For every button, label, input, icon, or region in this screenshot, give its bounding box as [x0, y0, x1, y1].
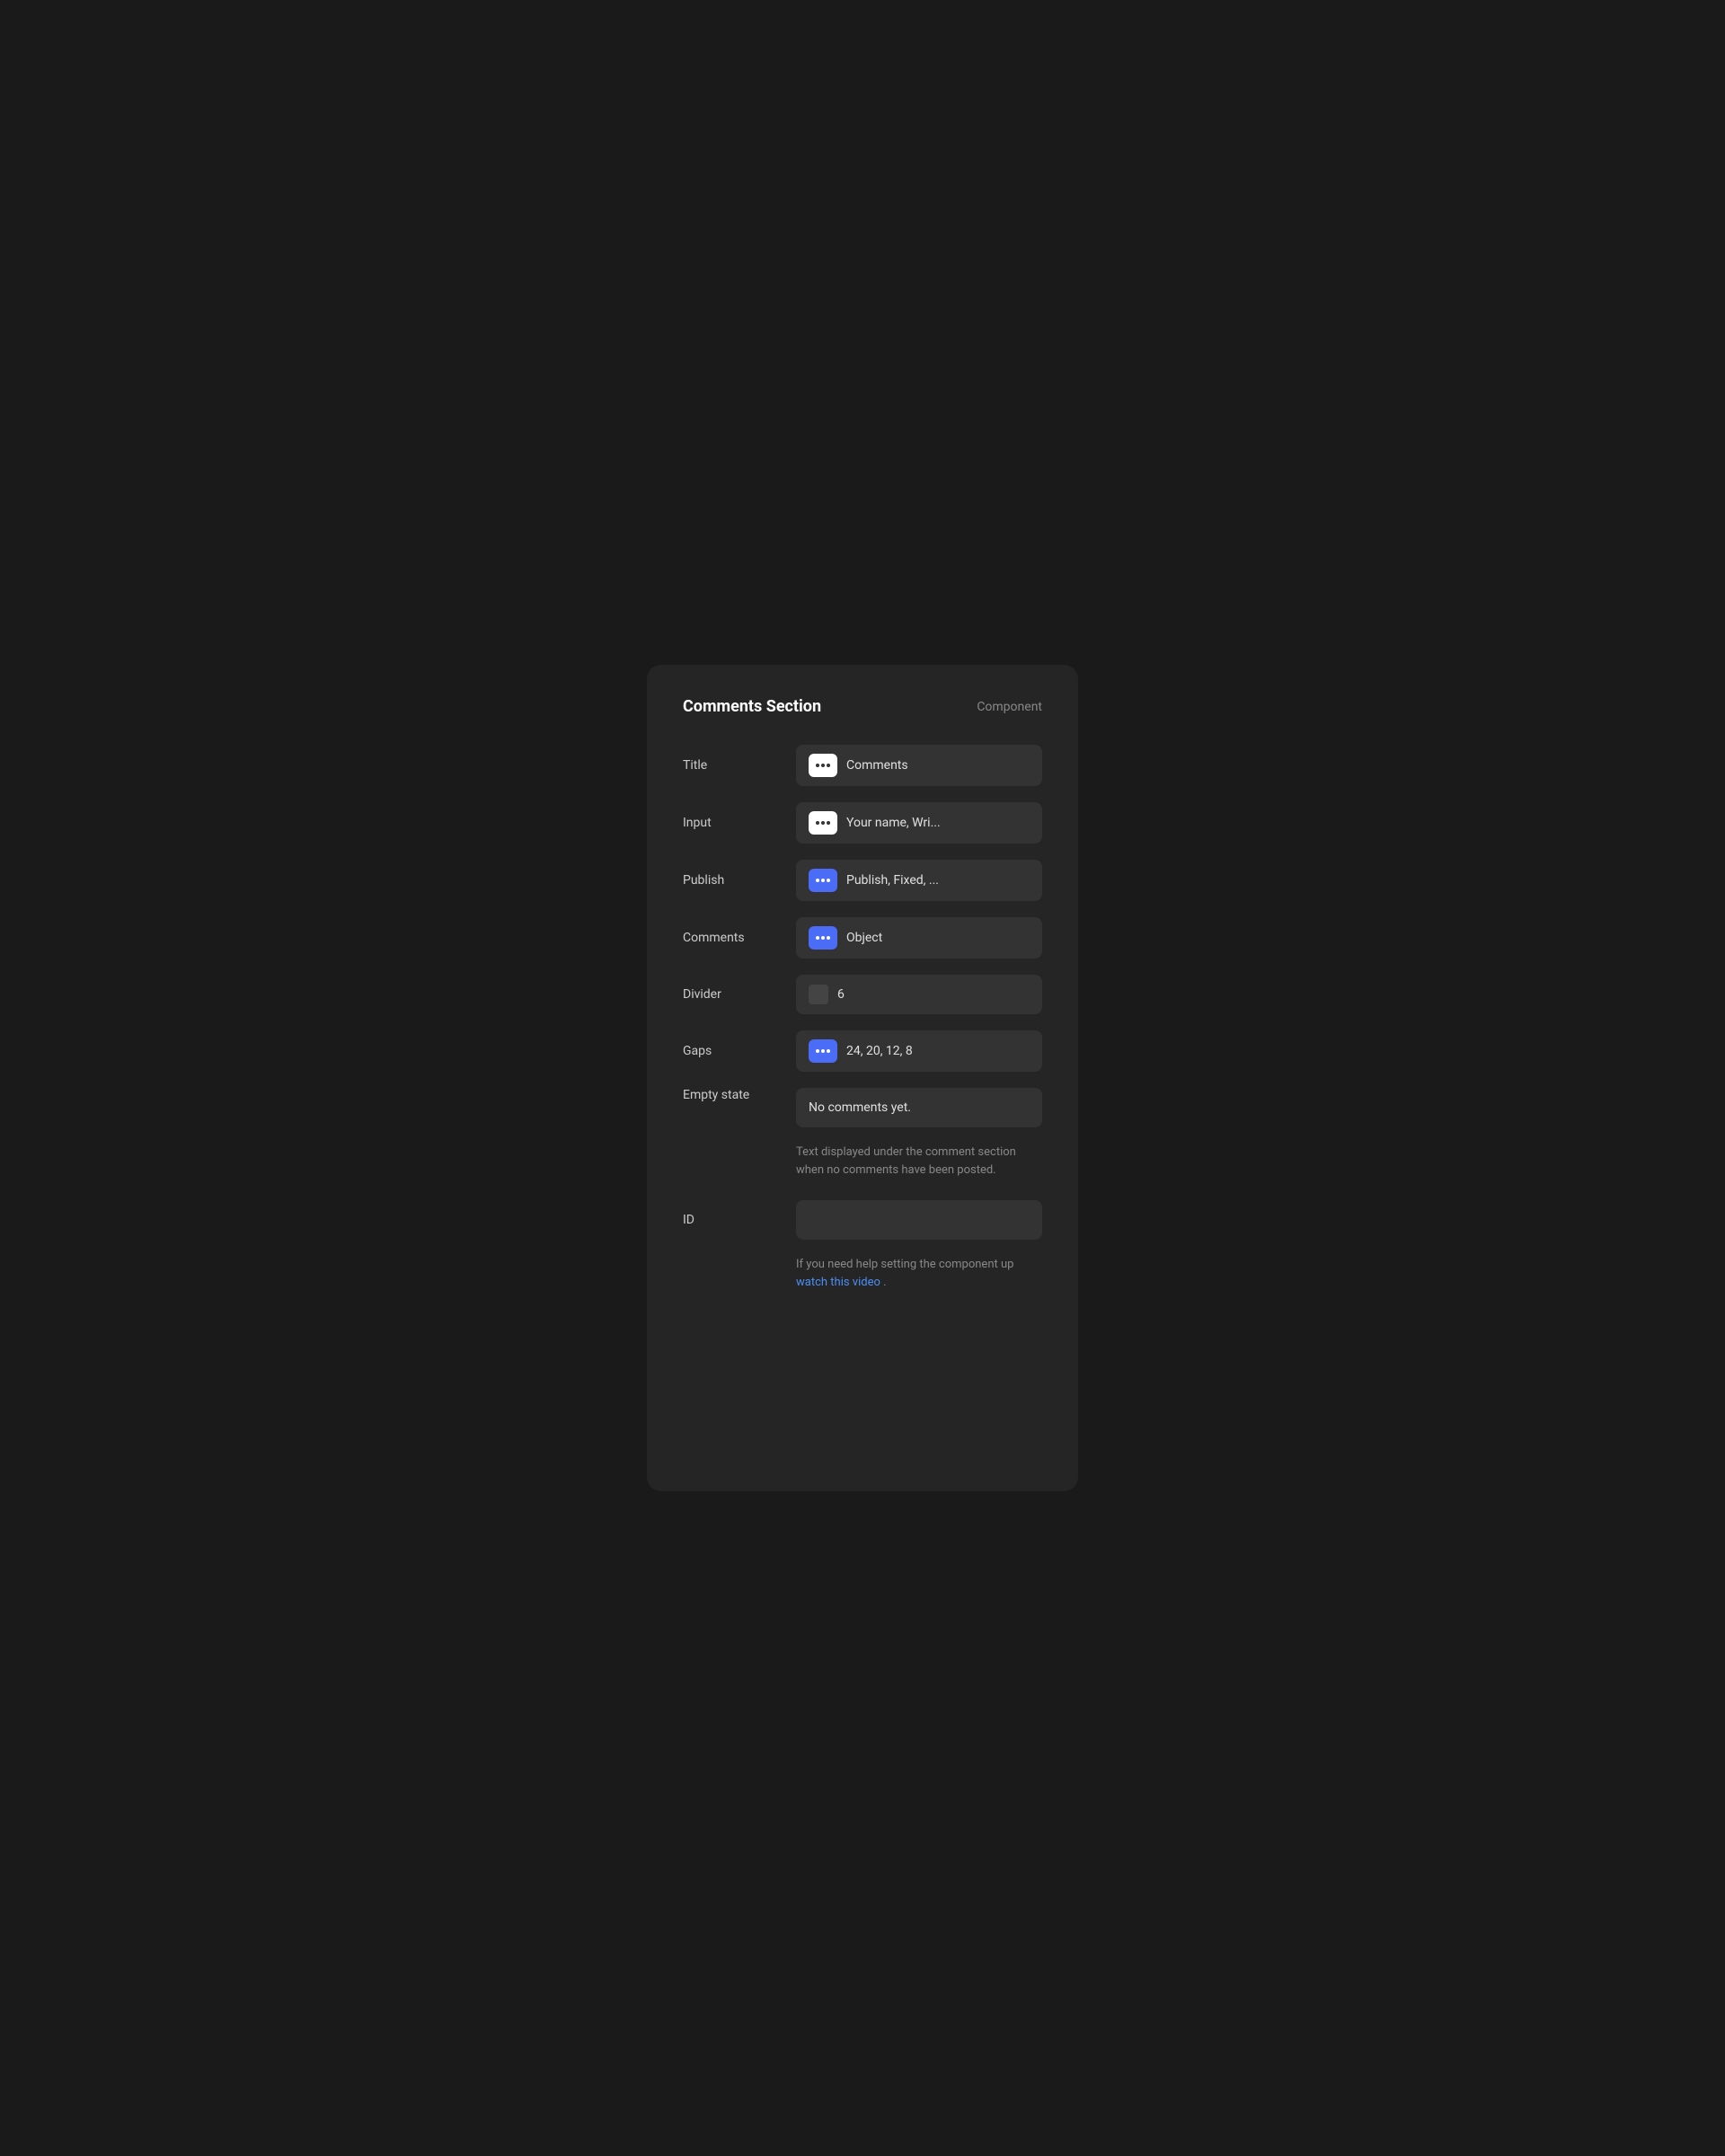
empty-state-row: Empty state No comments yet. [683, 1088, 1042, 1127]
watch-video-link[interactable]: watch this video [796, 1276, 880, 1289]
dot1 [816, 764, 819, 767]
comments-section-panel: Comments Section Component Title Comment… [647, 665, 1078, 1491]
divider-label: Divider [683, 987, 782, 1002]
publish-label: Publish [683, 873, 782, 888]
id-label: ID [683, 1213, 782, 1227]
id-helper-suffix: . [883, 1276, 886, 1289]
dot1 [816, 821, 819, 825]
panel-type: Component [977, 700, 1042, 714]
id-helper: If you need help setting the component u… [796, 1256, 1042, 1291]
input-value-text: Your name, Wri... [846, 816, 941, 830]
title-badge[interactable] [809, 754, 837, 777]
dot2 [821, 879, 825, 882]
panel-header: Comments Section Component [683, 697, 1042, 716]
id-row: ID [683, 1200, 1042, 1240]
panel-title: Comments Section [683, 697, 821, 716]
title-value-container[interactable]: Comments [796, 745, 1042, 786]
dot1 [816, 879, 819, 882]
title-row: Title Comments [683, 745, 1042, 786]
empty-state-helper: Text displayed under the comment section… [796, 1144, 1042, 1179]
comments-value-container[interactable]: Object [796, 917, 1042, 959]
publish-value-container[interactable]: Publish, Fixed, ... [796, 860, 1042, 901]
dot2 [821, 764, 825, 767]
input-row: Input Your name, Wri... [683, 802, 1042, 844]
title-value-text: Comments [846, 758, 908, 773]
dot1 [816, 936, 819, 940]
comments-badge[interactable] [809, 926, 837, 950]
input-label: Input [683, 816, 782, 830]
divider-value-container[interactable]: 6 [796, 975, 1042, 1014]
dot2 [821, 821, 825, 825]
comments-row: Comments Object [683, 917, 1042, 959]
id-helper-prefix: If you need help setting the component u… [796, 1258, 1013, 1271]
title-label: Title [683, 758, 782, 773]
divider-row: Divider 6 [683, 975, 1042, 1014]
dot2 [821, 1049, 825, 1053]
gaps-label: Gaps [683, 1044, 782, 1058]
comments-value-text: Object [846, 931, 882, 945]
dot1 [816, 1049, 819, 1053]
input-badge[interactable] [809, 811, 837, 835]
gaps-value-text: 24, 20, 12, 8 [846, 1044, 913, 1058]
publish-value-text: Publish, Fixed, ... [846, 873, 939, 888]
gaps-row: Gaps 24, 20, 12, 8 [683, 1030, 1042, 1072]
dot2 [821, 936, 825, 940]
dot3 [827, 879, 830, 882]
publish-badge[interactable] [809, 869, 837, 892]
id-input[interactable] [796, 1200, 1042, 1240]
dot3 [827, 764, 830, 767]
gaps-value-container[interactable]: 24, 20, 12, 8 [796, 1030, 1042, 1072]
gaps-badge[interactable] [809, 1039, 837, 1063]
dot3 [827, 936, 830, 940]
comments-label: Comments [683, 931, 782, 945]
input-value-container[interactable]: Your name, Wri... [796, 802, 1042, 844]
dot3 [827, 1049, 830, 1053]
publish-row: Publish Publish, Fixed, ... [683, 860, 1042, 901]
empty-state-value: No comments yet. [809, 1100, 911, 1115]
divider-value-text: 6 [837, 987, 845, 1002]
empty-state-label: Empty state [683, 1088, 782, 1102]
dot3 [827, 821, 830, 825]
divider-checkbox[interactable] [809, 985, 828, 1004]
empty-state-input[interactable]: No comments yet. [796, 1088, 1042, 1127]
